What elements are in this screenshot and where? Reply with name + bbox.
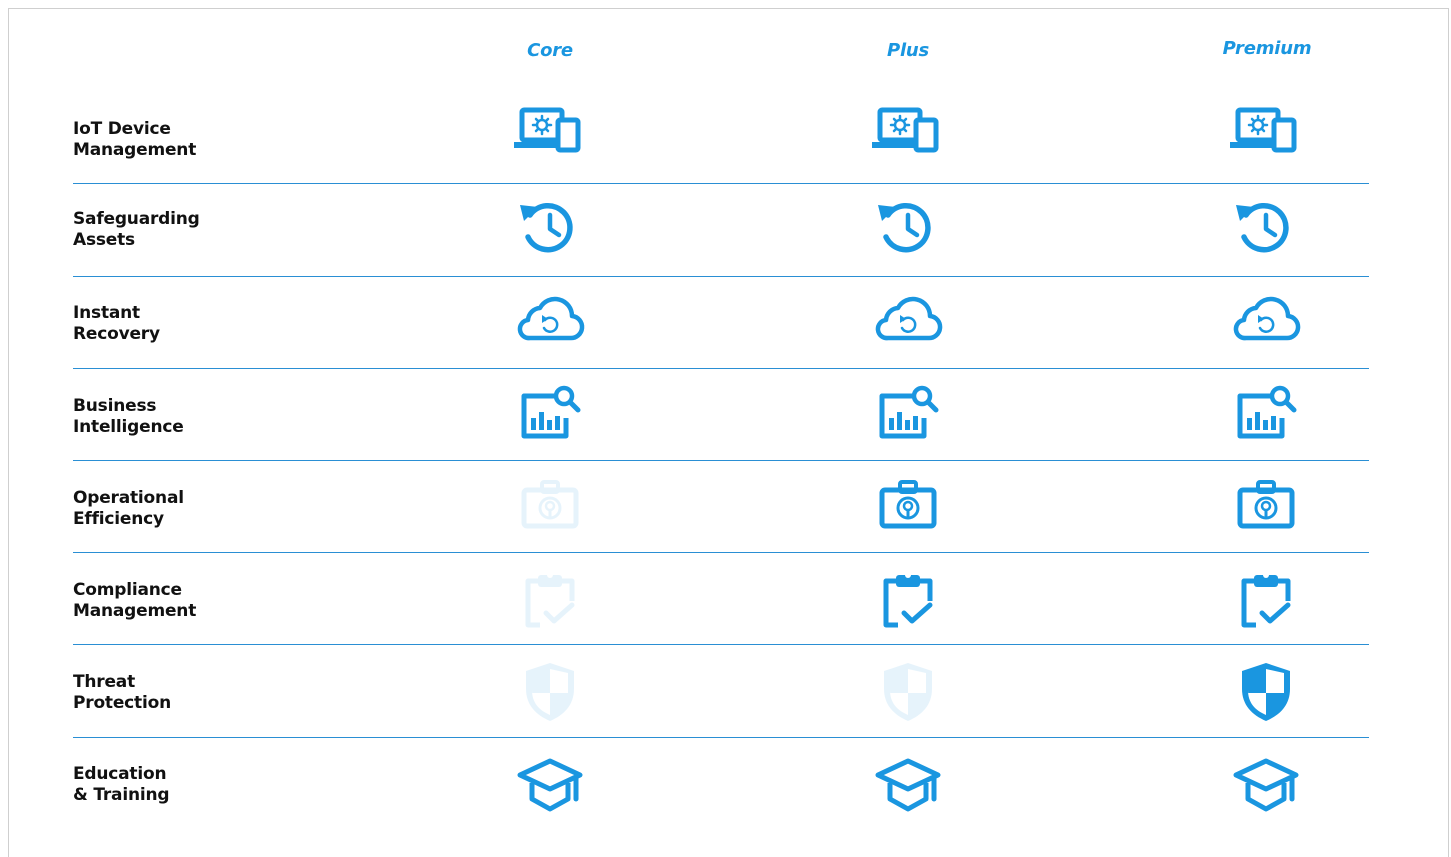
row-divider [73, 552, 1369, 553]
row-divider [73, 460, 1369, 461]
row-label-safeguarding-assets: Safeguarding Assets [73, 209, 293, 251]
row-label-line1: Compliance [73, 580, 182, 600]
row-label-line2: Protection [73, 693, 171, 713]
history-clock-icon [870, 197, 946, 261]
shield-icon [1228, 659, 1304, 723]
row-label-line2: Assets [73, 230, 135, 250]
row-divider [73, 276, 1369, 277]
history-clock-icon [1228, 197, 1304, 261]
row-divider [73, 644, 1369, 645]
row-label-threat-protection: Threat Protection [73, 672, 293, 714]
briefcase-gear-icon [870, 474, 946, 538]
analytics-search-icon [512, 382, 588, 446]
row-label-line1: Education [73, 764, 167, 784]
cloud-restore-icon [1228, 290, 1304, 354]
device-management-icon [1228, 104, 1304, 168]
briefcase-gear-icon [512, 474, 588, 538]
graduation-cap-icon [870, 753, 946, 817]
row-label-line1: Threat [73, 672, 136, 692]
row-divider [73, 737, 1369, 738]
row-label-line1: IoT Device [73, 119, 171, 139]
row-divider [73, 368, 1369, 369]
row-label-business-intelligence: Business Intelligence [73, 396, 293, 438]
row-label-compliance-management: Compliance Management [73, 580, 293, 622]
row-divider [73, 183, 1369, 184]
clipboard-check-icon [870, 567, 946, 631]
history-clock-icon [512, 197, 588, 261]
analytics-search-icon [1228, 382, 1304, 446]
tier-header-premium: Premium [1222, 38, 1312, 59]
row-label-line2: Efficiency [73, 509, 164, 529]
cloud-restore-icon [870, 290, 946, 354]
row-label-line1: Safeguarding [73, 209, 200, 229]
clipboard-check-icon [512, 567, 588, 631]
shield-icon [870, 659, 946, 723]
row-label-line1: Business [73, 396, 157, 416]
row-label-operational-efficiency: Operational Efficiency [73, 488, 293, 530]
briefcase-gear-icon [1228, 474, 1304, 538]
row-label-line2: Management [73, 140, 197, 160]
row-label-line2: Management [73, 601, 197, 621]
shield-icon [512, 659, 588, 723]
cloud-restore-icon [512, 290, 588, 354]
row-label-education-training: Education & Training [73, 764, 293, 806]
analytics-search-icon [870, 382, 946, 446]
tier-header-plus: Plus [886, 40, 930, 61]
device-management-icon [512, 104, 588, 168]
tier-header-core: Core [527, 40, 573, 61]
row-label-line2: Intelligence [73, 417, 184, 437]
row-label-iot-device-management: IoT Device Management [73, 119, 293, 161]
row-label-line2: & Training [73, 785, 170, 805]
row-label-line1: Instant [73, 303, 140, 323]
graduation-cap-icon [512, 753, 588, 817]
row-label-line2: Recovery [73, 324, 160, 344]
device-management-icon [870, 104, 946, 168]
graduation-cap-icon [1228, 753, 1304, 817]
row-label-line1: Operational [73, 488, 184, 508]
clipboard-check-icon [1228, 567, 1304, 631]
row-label-instant-recovery: Instant Recovery [73, 303, 293, 345]
